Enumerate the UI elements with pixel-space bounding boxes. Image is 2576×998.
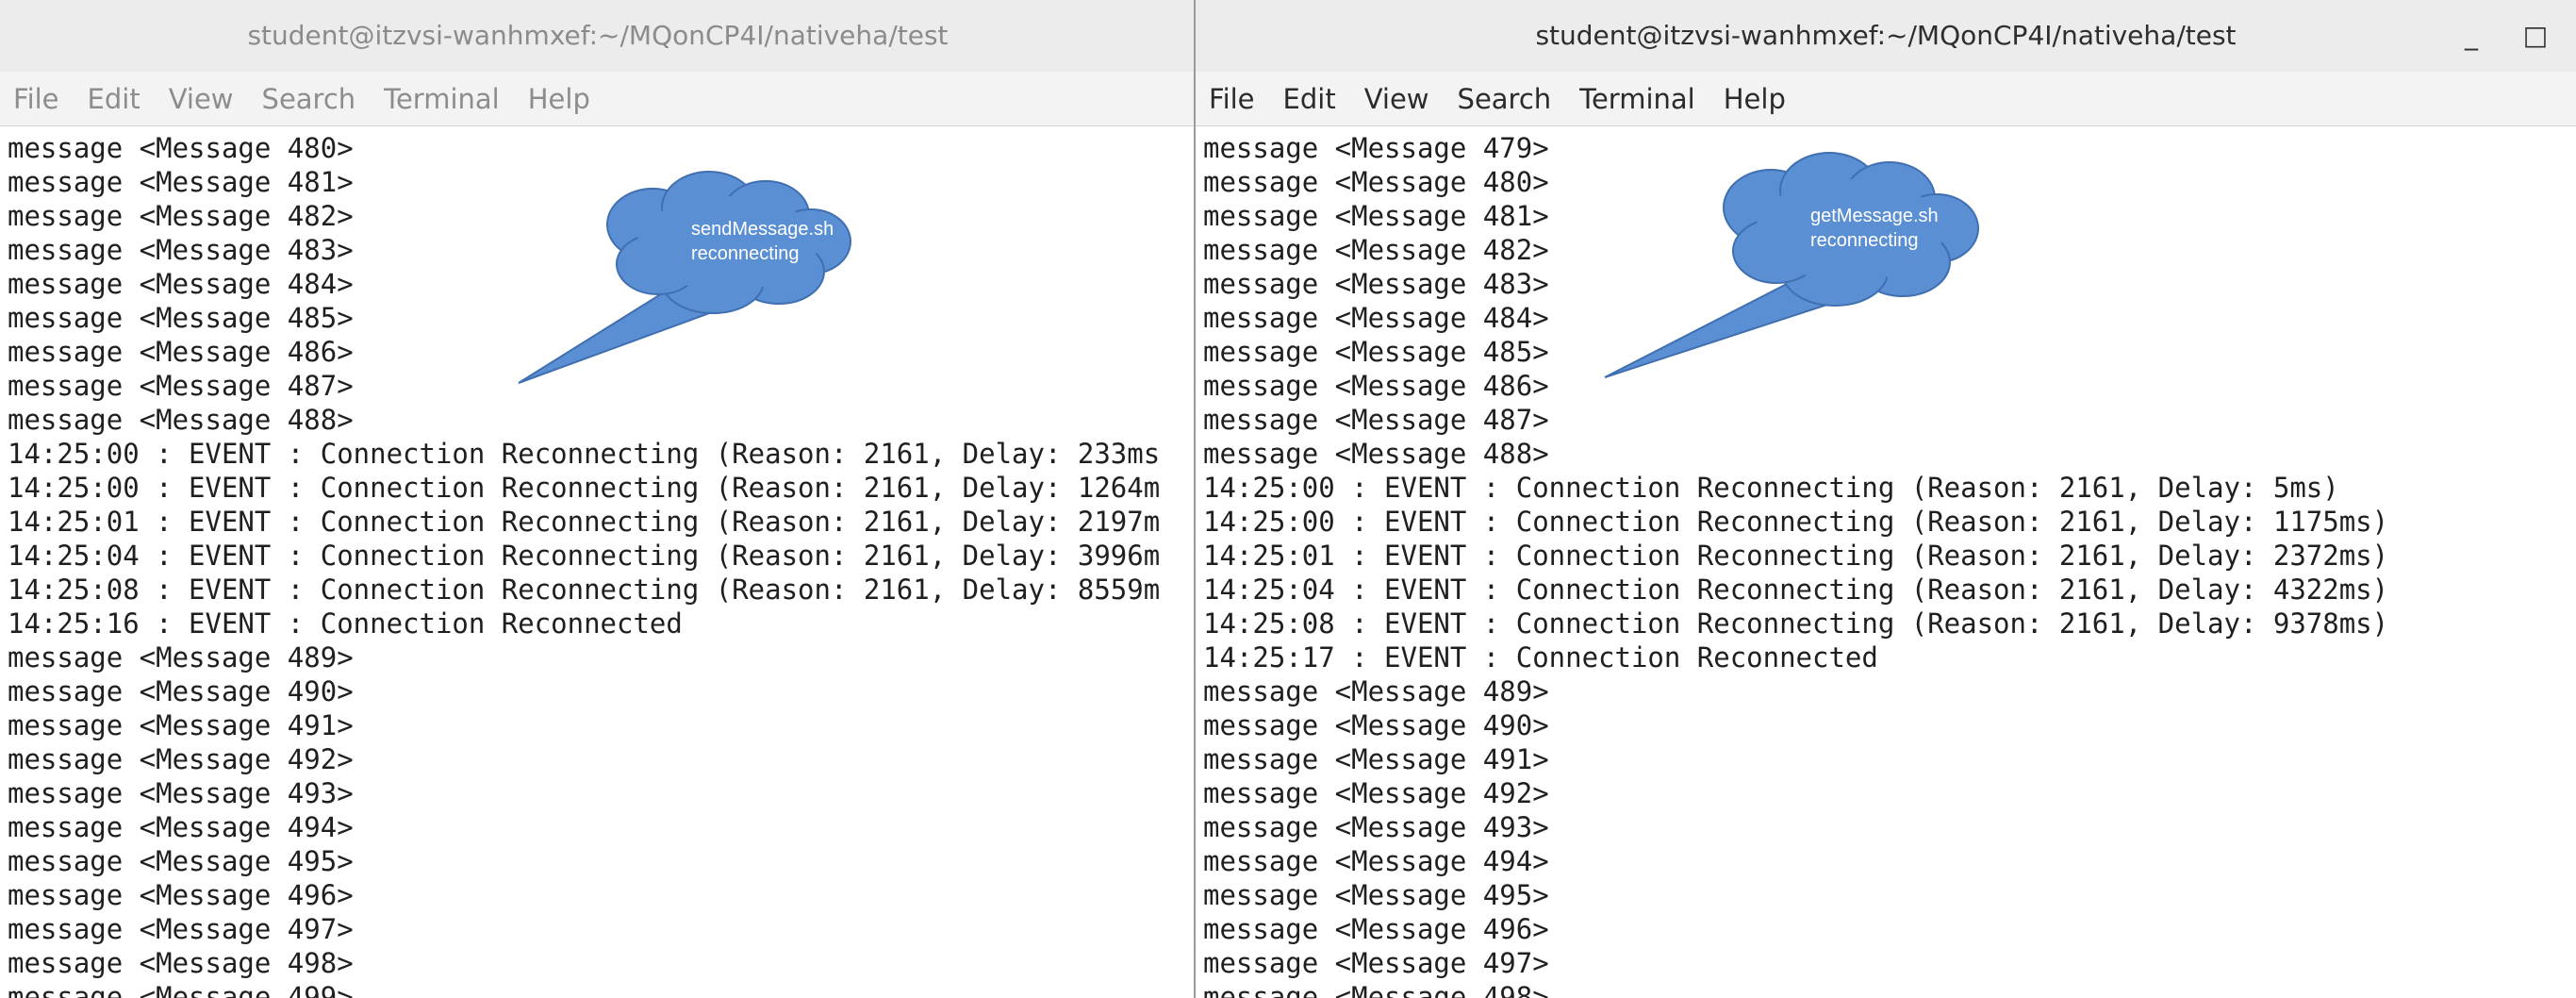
menu-edit[interactable]: Edit <box>1283 83 1336 115</box>
menu-search[interactable]: Search <box>1458 83 1552 115</box>
menu-view[interactable]: View <box>1364 83 1429 115</box>
callout-line-2: reconnecting <box>691 243 800 264</box>
terminal-line: message <Message 493> <box>8 777 354 809</box>
callout-line-1: sendMessage.sh <box>691 219 834 240</box>
menu-edit[interactable]: Edit <box>88 83 140 115</box>
menu-terminal[interactable]: Terminal <box>1579 83 1695 115</box>
window-titlebar[interactable]: student@itzvsi-wanhmxef:~/MQonCP4I/nativ… <box>0 0 1196 72</box>
terminal-line: message <Message 494> <box>8 811 354 843</box>
terminal-window-left[interactable]: student@itzvsi-wanhmxef:~/MQonCP4I/nativ… <box>0 0 1196 998</box>
terminal-line: message <Message 487> <box>1203 404 1549 436</box>
callout-line-1: getMessage.sh <box>1810 206 1939 226</box>
terminal-line: message <Message 498> <box>8 947 354 979</box>
terminal-line: 14:25:00 : EVENT : Connection Reconnecti… <box>1203 472 2339 504</box>
terminal-line: message <Message 488> <box>1203 438 1549 470</box>
terminal-line: 14:25:08 : EVENT : Connection Reconnecti… <box>8 574 1161 606</box>
terminal-line: message <Message 496> <box>1203 913 1549 945</box>
callout-send-text: sendMessage.sh reconnecting <box>691 217 834 266</box>
menubar: File Edit View Search Terminal Help <box>1196 72 2576 126</box>
terminal-line: message <Message 492> <box>8 743 354 775</box>
menu-view[interactable]: View <box>169 83 234 115</box>
window-title: student@itzvsi-wanhmxef:~/MQonCP4I/nativ… <box>247 20 949 51</box>
terminal-line: 14:25:00 : EVENT : Connection Reconnecti… <box>1203 506 2389 538</box>
window-titlebar[interactable]: student@itzvsi-wanhmxef:~/MQonCP4I/nativ… <box>1196 0 2576 72</box>
callout-line-2: reconnecting <box>1810 230 1919 251</box>
terminal-line: 14:25:00 : EVENT : Connection Reconnecti… <box>8 438 1161 470</box>
terminal-line: message <Message 488> <box>8 404 354 436</box>
menu-help[interactable]: Help <box>528 83 590 115</box>
terminal-line: 14:25:04 : EVENT : Connection Reconnecti… <box>1203 574 2389 606</box>
menu-file[interactable]: File <box>13 83 59 115</box>
terminal-line: message <Message 494> <box>1203 845 1549 877</box>
terminal-line: 14:25:01 : EVENT : Connection Reconnecti… <box>1203 540 2389 572</box>
terminal-line: 14:25:00 : EVENT : Connection Reconnecti… <box>8 472 1161 504</box>
callout-get <box>1604 152 1979 378</box>
window-title: student@itzvsi-wanhmxef:~/MQonCP4I/nativ… <box>1535 20 2237 51</box>
minimize-button[interactable]: _ <box>2448 0 2495 72</box>
terminal-line: 14:25:16 : EVENT : Connection Reconnecte… <box>8 607 683 640</box>
menu-search[interactable]: Search <box>262 83 356 115</box>
terminal-line: message <Message 498> <box>1203 981 1549 998</box>
terminal-line: 14:25:17 : EVENT : Connection Reconnecte… <box>1203 641 1878 674</box>
callout-get-text: getMessage.sh reconnecting <box>1810 204 1939 253</box>
terminal-line: 14:25:08 : EVENT : Connection Reconnecti… <box>1203 607 2389 640</box>
terminal-line: message <Message 491> <box>1203 743 1549 775</box>
terminal-line: message <Message 495> <box>8 845 354 877</box>
terminal-line: message <Message 499> <box>8 981 354 998</box>
terminal-line: message <Message 489> <box>8 641 354 674</box>
terminal-line: message <Message 496> <box>8 879 354 911</box>
terminal-line: message <Message 497> <box>8 913 354 945</box>
terminal-line: 14:25:01 : EVENT : Connection Reconnecti… <box>8 506 1161 538</box>
terminal-line: message <Message 490> <box>1203 709 1549 741</box>
terminal-line: 14:25:04 : EVENT : Connection Reconnecti… <box>8 540 1161 572</box>
maximize-button[interactable]: □ <box>2512 0 2559 72</box>
terminal-line: message <Message 495> <box>1203 879 1549 911</box>
callout-send <box>518 171 851 384</box>
menubar: File Edit View Search Terminal Help <box>0 72 1196 126</box>
terminal-line: message <Message 491> <box>8 709 354 741</box>
menu-help[interactable]: Help <box>1724 83 1786 115</box>
menu-file[interactable]: File <box>1209 83 1255 115</box>
terminal-line: message <Message 492> <box>1203 777 1549 809</box>
terminal-line: message <Message 493> <box>1203 811 1549 843</box>
terminal-line: message <Message 489> <box>1203 675 1549 707</box>
terminal-window-right[interactable]: student@itzvsi-wanhmxef:~/MQonCP4I/nativ… <box>1194 0 2576 998</box>
terminal-line: message <Message 497> <box>1203 947 1549 979</box>
menu-terminal[interactable]: Terminal <box>384 83 500 115</box>
terminal-line: message <Message 490> <box>8 675 354 707</box>
